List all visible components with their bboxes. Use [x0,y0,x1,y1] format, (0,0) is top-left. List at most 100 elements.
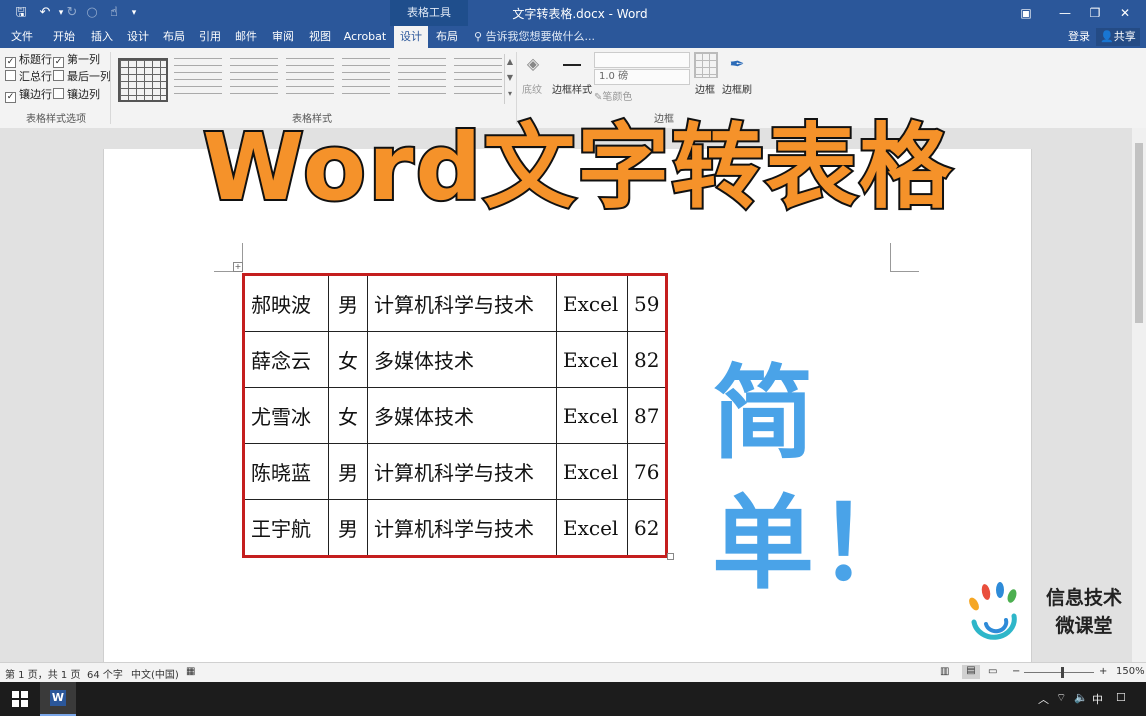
crop-mark [890,243,919,272]
tab-references[interactable]: 引用 [194,26,226,48]
volume-icon[interactable]: 🔈 [1074,691,1088,704]
cell-major[interactable]: 计算机科学与技术 [367,499,557,557]
cell-major[interactable]: 多媒体技术 [367,387,557,444]
line-style-select[interactable] [594,52,690,68]
cell-course[interactable]: Excel [556,274,628,332]
scrollbar-thumb[interactable] [1135,143,1143,323]
web-layout-icon[interactable]: ▭ [988,666,997,677]
border-painter-icon[interactable]: ✒ [726,54,748,76]
print-layout-icon[interactable]: ▤ [962,665,980,679]
tab-table-layout[interactable]: 布局 [432,26,462,48]
cell-score[interactable]: 82 [626,331,668,388]
language-indicator[interactable]: 中文(中国) [131,666,179,681]
cell-major[interactable]: 多媒体技术 [367,331,557,388]
total-row-checkbox[interactable]: 汇总行 [5,70,52,84]
banded-columns-checkbox[interactable]: 镶边列 [53,88,100,102]
cell-score[interactable]: 76 [626,443,668,500]
line-weight-select[interactable]: 1.0 磅 [594,69,690,85]
cell-course[interactable]: Excel [556,387,628,444]
customize-qat-icon[interactable]: ▾ [128,4,140,22]
ime-indicator[interactable]: 中 [1092,691,1103,707]
cell-course[interactable]: Excel [556,443,628,500]
style-thumbnail[interactable] [286,58,334,98]
tab-home[interactable]: 开始 [48,26,80,48]
notification-icon[interactable]: ☐ [1116,691,1126,704]
save-icon[interactable]: 🖫 [12,4,30,22]
cell-gender[interactable]: 女 [328,331,368,388]
cell-score[interactable]: 59 [626,274,668,332]
cell-name[interactable]: 尤雪冰 [243,387,329,444]
login-link[interactable]: 登录 [1068,26,1090,48]
macro-record-icon[interactable]: ▦ [186,666,195,677]
zoom-out-button[interactable]: − [1012,666,1020,677]
borders-grid-icon[interactable] [694,52,718,78]
pen-color-button[interactable]: ✎笔颜色 [594,88,654,103]
zoom-slider-handle[interactable] [1061,667,1064,678]
network-icon[interactable]: ⌔ [1056,691,1066,705]
style-thumbnail[interactable] [230,58,278,98]
ribbon-display-options-icon[interactable]: ▣ [1009,3,1043,23]
cell-course[interactable]: Excel [556,499,628,557]
tab-view[interactable]: 视图 [304,26,336,48]
last-column-checkbox[interactable]: 最后一列 [53,70,111,84]
tray-expand-icon[interactable]: ︿ [1038,691,1049,707]
cell-score[interactable]: 87 [626,387,668,444]
share-button[interactable]: 👤共享 [1096,28,1140,46]
title-bar: 🖫 ↶ ▾ ↻ ○ ☝ ▾ 表格工具 文字转表格.docx - Word ▣ —… [0,0,1146,26]
tab-layout[interactable]: 布局 [158,26,190,48]
first-column-checkbox[interactable]: ✓ 第一列 [53,53,100,68]
tab-design[interactable]: 设计 [122,26,154,48]
header-row-checkbox[interactable]: ✓ 标题行 [5,53,52,68]
table-resize-handle[interactable] [667,553,674,560]
redo-icon[interactable]: ↻ [64,4,80,22]
paint-bucket-icon[interactable]: ◈ [520,54,546,74]
zoom-level[interactable]: 150% [1116,666,1145,677]
cell-gender[interactable]: 男 [328,274,368,332]
cell-name[interactable]: 陈晓蓝 [243,443,329,500]
borders-button[interactable]: 边框 [692,81,718,96]
vertical-scrollbar[interactable] [1132,128,1146,662]
cell-name[interactable]: 郝映波 [243,274,329,332]
cell-score[interactable]: 62 [626,499,668,557]
undo-icon[interactable]: ↶ [36,4,54,22]
touch-mode-icon[interactable]: ☝ [106,4,122,22]
border-styles-button[interactable]: 边框样式 [550,81,594,96]
tab-review[interactable]: 审阅 [267,26,299,48]
style-thumbnail[interactable] [342,58,390,98]
taskbar-word-app[interactable]: W [40,682,76,716]
minimize-button[interactable]: — [1048,3,1082,23]
student-table[interactable]: 郝映波 男 计算机科学与技术 Excel 59 薛念云 女 多媒体技术 Exce… [242,273,669,558]
table-move-handle-icon[interactable]: + [233,262,243,272]
page-count[interactable]: 第 1 页，共 1 页 [5,666,80,681]
cell-gender[interactable]: 男 [328,443,368,500]
cell-course[interactable]: Excel [556,331,628,388]
cell-gender[interactable]: 女 [328,387,368,444]
tab-acrobat[interactable]: Acrobat [342,26,388,48]
banded-rows-checkbox[interactable]: ✓ 镶边行 [5,88,52,103]
border-painter-button[interactable]: 边框刷 [720,81,754,96]
tab-table-design[interactable]: 设计 [394,26,428,48]
style-thumbnail[interactable] [398,58,446,98]
windows-start-icon[interactable] [12,691,28,707]
cell-major[interactable]: 计算机科学与技术 [367,443,557,500]
read-mode-icon[interactable]: ▥ [940,666,949,677]
cell-gender[interactable]: 男 [328,499,368,557]
restore-button[interactable]: ❐ [1078,3,1112,23]
close-button[interactable]: ✕ [1108,3,1142,23]
cell-major[interactable]: 计算机科学与技术 [367,274,557,332]
shading-label[interactable]: 底纹 [518,81,546,96]
style-thumbnail[interactable] [118,58,168,102]
style-thumbnail[interactable] [454,58,502,98]
word-count[interactable]: 64 个字 [87,666,123,681]
tab-insert[interactable]: 插入 [86,26,118,48]
tab-mailings[interactable]: 邮件 [230,26,262,48]
gallery-scroll[interactable]: ▲ ▼ ▾ [504,54,515,104]
table-styles-gallery[interactable]: ▲ ▼ ▾ [114,52,514,106]
cell-name[interactable]: 王宇航 [243,499,329,557]
zoom-slider[interactable] [1024,672,1094,673]
tab-file[interactable]: 文件 [6,26,38,48]
tell-me-box[interactable]: ⚲ 告诉我您想要做什么... [474,26,595,48]
cell-name[interactable]: 薛念云 [243,331,329,388]
style-thumbnail[interactable] [174,58,222,98]
zoom-in-button[interactable]: + [1099,666,1107,677]
